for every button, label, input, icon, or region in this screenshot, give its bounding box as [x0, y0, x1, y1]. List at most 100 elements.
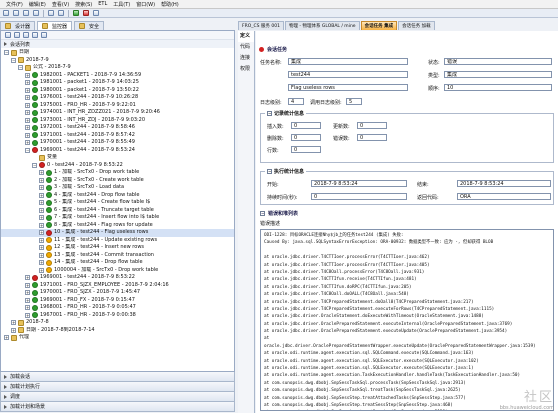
collapse-icon[interactable]: − [267, 111, 272, 116]
expand-icon[interactable]: + [25, 95, 30, 101]
tree-item[interactable]: + 日期 - 2018-7-8到2018-7-14 [1, 327, 234, 335]
expand-icon[interactable]: + [25, 117, 30, 123]
menu-item[interactable]: 文件(F) [6, 1, 23, 8]
refresh-tree-icon[interactable] [32, 32, 38, 38]
tree-item[interactable]: +2018-7-8 [1, 319, 234, 327]
error-section-header[interactable]: − 错误和堆列表 [260, 209, 298, 218]
error-count-field[interactable]: 0 [357, 134, 387, 141]
expand-icon[interactable]: + [25, 290, 30, 296]
tree-item[interactable]: +1976001 - test244 - 2018-7-9 10:26:28 [1, 94, 234, 102]
tree-item[interactable]: +1972001 - test244 - 2018-7-9 8:58:46 [1, 124, 234, 132]
collapse-icon[interactable]: − [25, 147, 30, 153]
row-count-field[interactable]: 0 [291, 146, 321, 153]
expand-icon[interactable]: + [25, 125, 30, 131]
tree-item[interactable]: +1967001 - FRO_HR - 2018-7-9 0:00:38 [1, 312, 234, 320]
expand-icon[interactable]: + [39, 215, 44, 221]
collapse-icon[interactable]: − [18, 65, 23, 71]
accordion-panel-header[interactable]: 加载会话 [0, 372, 235, 382]
menu-item[interactable]: 编辑(E) [29, 1, 46, 8]
return-code-field[interactable]: ORA [457, 193, 551, 200]
menu-item[interactable]: 窗口(W) [136, 1, 155, 8]
side-tab[interactable]: 定义 [238, 31, 254, 42]
tree-item[interactable]: − 日期 [1, 49, 234, 57]
expand-icon[interactable]: + [39, 177, 44, 183]
expand-icon[interactable]: + [39, 207, 44, 213]
editor-tab[interactable]: 会话任务 集成 [360, 21, 398, 30]
collapse-icon[interactable]: − [260, 211, 265, 216]
expand-icon[interactable]: + [25, 140, 30, 146]
tree-item[interactable]: +2 - 加载 - SrcTx0 - Create work table [1, 177, 234, 185]
collapse-icon[interactable]: − [4, 50, 9, 56]
stop-icon[interactable] [83, 10, 89, 16]
delete-icon[interactable] [41, 32, 47, 38]
navigator-tab[interactable]: 安全 [74, 21, 105, 30]
step-name-field[interactable]: Flag useless rows [288, 84, 408, 91]
order-field[interactable]: 10 [444, 84, 552, 91]
expand-icon[interactable]: + [25, 102, 30, 108]
error-stack-textarea[interactable]: ODI-1228: 目标ORACLE连接Nhy$jb上的任务test244 (集… [260, 229, 554, 411]
state-field[interactable]: 错误 [444, 58, 552, 65]
editor-tab[interactable]: 会话任务 加载 [398, 21, 435, 30]
expand-icon[interactable]: + [39, 222, 44, 228]
side-tab[interactable]: 代码 [238, 42, 254, 53]
expand-icon[interactable]: + [25, 297, 30, 303]
sessions-header[interactable]: 会话列表 [1, 40, 234, 48]
record-stats-header[interactable]: − 记录统计信息 [265, 110, 307, 117]
tree-item[interactable]: +1969001 - FRO_FX - 2018-7-9 0:15:47 [1, 297, 234, 305]
collapse-icon[interactable]: − [267, 169, 272, 174]
undo-icon[interactable] [48, 10, 54, 16]
tree-item[interactable]: +1970001 - test244 - 2018-7-9 8:55:49 [1, 139, 234, 147]
update-count-field[interactable]: 0 [357, 122, 387, 129]
tree-item[interactable]: − 1969001 - test244 - 2018-7-9 8:53:24 [1, 147, 234, 155]
save-icon[interactable] [23, 10, 29, 16]
tree-item[interactable]: +1968001 - FRO_HR - 2018-7-9 0:05:47 [1, 304, 234, 312]
expand-icon[interactable]: + [39, 185, 44, 191]
side-tab[interactable]: 连接 [238, 53, 254, 64]
expand-icon[interactable]: + [39, 237, 44, 243]
tree-item[interactable]: +12 - 集成 - test244 - Insert new rows [1, 244, 234, 252]
expand-icon[interactable]: + [39, 192, 44, 198]
expand-icon[interactable]: + [25, 72, 30, 78]
expand-icon[interactable]: + [39, 245, 44, 251]
expand-icon[interactable]: + [25, 305, 30, 311]
navigator-tab[interactable]: 设计器 [0, 21, 36, 30]
collapse-icon[interactable]: − [11, 57, 16, 63]
insert-count-field[interactable]: 0 [291, 122, 321, 129]
new-icon[interactable] [3, 10, 9, 16]
tree-item[interactable]: +7 - 集成 - test244 - Insert flow into I$ … [1, 214, 234, 222]
menu-item[interactable]: 搜索(S) [75, 1, 92, 8]
tree-item[interactable]: +13 - 集成 - test244 - Commit transaction [1, 252, 234, 260]
tree-item[interactable]: 变量 [1, 154, 234, 162]
save-all-icon[interactable] [33, 10, 39, 16]
expand-icon[interactable]: + [39, 267, 44, 273]
search-icon[interactable] [14, 32, 20, 38]
delete-count-field[interactable]: 0 [291, 134, 321, 141]
navigator-tab[interactable]: 监控器 [37, 21, 73, 30]
expand-icon[interactable]: + [25, 282, 30, 288]
tree-item[interactable]: +5 - 集成 - test244 - Create flow table I$ [1, 199, 234, 207]
collapse-icon[interactable]: − [32, 162, 37, 168]
collapse-all-icon[interactable] [23, 32, 29, 38]
menu-item[interactable]: ETL [98, 1, 107, 7]
expand-icon[interactable]: + [4, 335, 9, 341]
tree-item[interactable]: +4 - 集成 - test244 - Drop flow table [1, 192, 234, 200]
editor-tab[interactable]: FRO_CS 服务 001 [238, 21, 284, 30]
redo-icon[interactable] [58, 10, 64, 16]
tree-item[interactable]: +1973001 - INT_HR_ZDJ - 2018-7-9 9:03:20 [1, 117, 234, 125]
expand-icon[interactable]: + [25, 275, 30, 281]
side-tab[interactable]: 权限 [238, 64, 254, 75]
tree-item[interactable]: +1974001 - INT_HR_ZDZZ021 - 2018-7-9 9:2… [1, 109, 234, 117]
expand-icon[interactable]: + [25, 87, 30, 93]
session-name-field[interactable]: test244 [288, 71, 408, 78]
tree-item[interactable]: +11 - 集成 - test244 - Update existing row… [1, 237, 234, 245]
tree-item[interactable]: +1971001 - test244 - 2018-7-9 8:57:42 [1, 132, 234, 140]
expand-icon[interactable]: + [11, 320, 16, 326]
log-level-field[interactable]: 4 [288, 98, 304, 105]
menu-item[interactable]: 工具(T) [113, 1, 130, 8]
editor-tab[interactable]: 物理 - 物理体系 GLOBAL / mine [284, 21, 360, 30]
debug-level-field[interactable]: 5 [346, 98, 362, 105]
duration-field[interactable]: 0 [311, 193, 407, 200]
tree-item[interactable]: +1975001 - FRO_HR - 2018-7-9 9:22:01 [1, 102, 234, 110]
tree-item[interactable]: +1971001 - FRO_SJZX_EMPLOYEE - 2018-7-9 … [1, 282, 234, 290]
tree-item[interactable]: +10 - 集成 - test244 - Flag useless rows [1, 229, 234, 237]
